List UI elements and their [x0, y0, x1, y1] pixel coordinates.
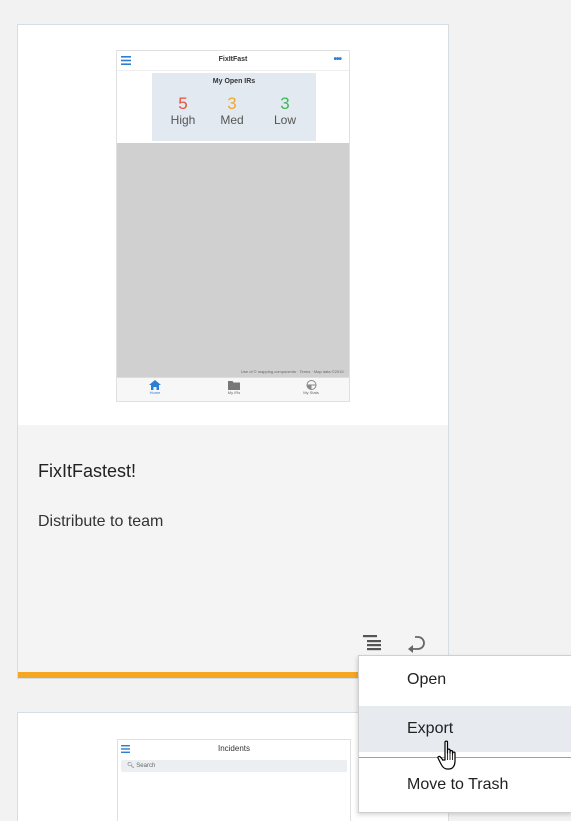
- count-label: Low: [273, 113, 296, 127]
- map-placeholder: Use of © mapping components · Terms · Ma…: [117, 143, 349, 377]
- count-value: 3: [227, 94, 237, 113]
- application-card[interactable]: FixItFast ••• My Open IRs 5 High 3 Med 3…: [17, 24, 449, 679]
- preview-tab-mystats: My Stats: [281, 380, 341, 395]
- folder-icon: [228, 381, 240, 390]
- preview-tab-label: My Stats: [303, 390, 319, 395]
- undo-icon[interactable]: [402, 631, 428, 655]
- menu-item-move-to-trash[interactable]: Move to Trash: [359, 762, 571, 808]
- preview-header: FixItFast •••: [117, 51, 349, 71]
- count-label: High: [170, 113, 196, 127]
- count-med: 3 Med: [212, 94, 252, 128]
- count-low: 3 Low: [265, 94, 305, 128]
- open-irs-summary: My Open IRs 5 High 3 Med 3 Low: [152, 73, 316, 141]
- more-icon: •••: [333, 54, 341, 65]
- count-label: Med: [220, 113, 244, 127]
- card-description: Distribute to team: [38, 513, 164, 530]
- preview-search-field: 🔍︎ Search: [121, 760, 347, 772]
- count-value: 3: [280, 94, 290, 113]
- chart-icon: [306, 380, 316, 390]
- preview-app-title: Incidents: [217, 744, 251, 753]
- menu-item-open[interactable]: Open: [359, 657, 571, 703]
- home-icon: [149, 380, 161, 390]
- preview-tab-home: Home: [125, 380, 185, 395]
- count-high: 5 High: [163, 94, 203, 128]
- preview-tab-label: Home: [149, 390, 161, 395]
- app-preview: FixItFast ••• My Open IRs 5 High 3 Med 3…: [116, 50, 350, 402]
- preview-app-title: FixItFast: [218, 56, 248, 63]
- card-thumbnail[interactable]: FixItFast ••• My Open IRs 5 High 3 Med 3…: [18, 25, 448, 425]
- search-icon: 🔍︎: [127, 763, 135, 769]
- counts-title: My Open IRs: [212, 78, 256, 85]
- preview-tab-label: My IRs: [227, 390, 241, 395]
- preview-tab-myirs: My IRs: [204, 380, 264, 395]
- card-title: FixItFastest!: [38, 461, 137, 481]
- map-attribution: Use of © mapping components · Terms · Ma…: [241, 369, 346, 374]
- card-context-menu: Open Export Move to Trash: [358, 655, 571, 813]
- menu-item-export[interactable]: Export: [359, 706, 571, 752]
- card-menu-icon[interactable]: [363, 633, 383, 653]
- count-value: 5: [178, 94, 188, 113]
- search-placeholder: Search: [136, 763, 156, 769]
- preview-tab-bar: Home My IRs My Stats: [117, 377, 349, 401]
- menu-separator: [359, 757, 571, 758]
- app-preview-2: Incidents 🔍︎ Search: [117, 739, 351, 821]
